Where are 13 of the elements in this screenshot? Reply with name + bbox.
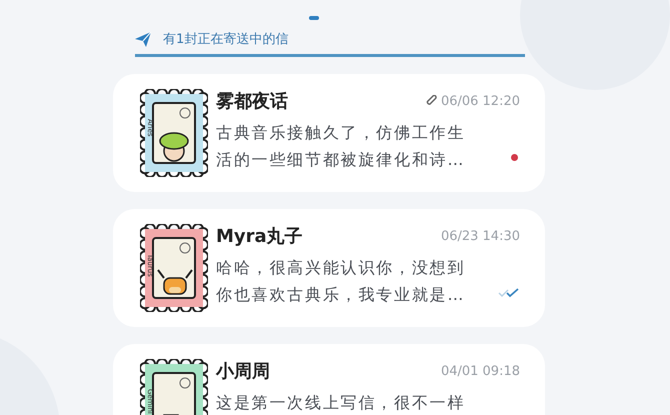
letter-preview: 这是第一次线上写信，很不一样 (216, 392, 466, 414)
letter-time: 06/06 12:20 (426, 94, 520, 108)
letter-time: 04/01 09:18 (440, 364, 520, 378)
banner-text: 有1封正在寄送中的信 (163, 31, 288, 48)
sender-name: Myra丸子 (216, 225, 303, 248)
letter-preview: 哈哈，很高兴能认识你，没想到你也喜欢古典乐，我专业就是… (216, 257, 466, 306)
paper-plane-icon (135, 32, 151, 46)
sending-banner[interactable]: 有1封正在寄送中的信 (135, 30, 525, 57)
letter-preview: 古典音乐接触久了，仿佛工作生活的一些细节都被旋律化和诗… (216, 122, 466, 171)
tab-indicator[interactable] (309, 16, 319, 20)
sender-name: 小周周 (216, 360, 270, 383)
sender-name: 雾都夜话 (216, 90, 288, 113)
letter-time: 06/23 14:30 (440, 228, 520, 244)
